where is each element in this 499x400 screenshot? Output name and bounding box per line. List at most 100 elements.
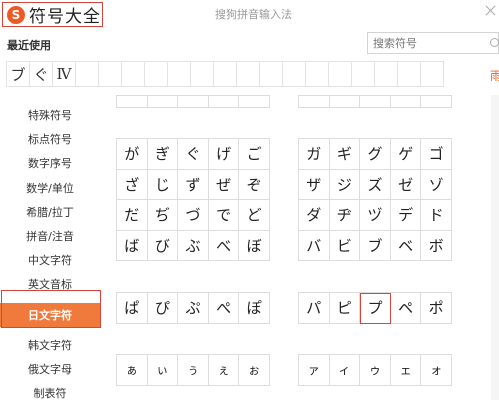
recent-symbol[interactable] (236, 61, 260, 87)
recent-symbol[interactable] (420, 61, 444, 87)
sidebar-item[interactable]: 中文字符 (0, 248, 100, 272)
kana-symbol[interactable]: ゥ (360, 355, 391, 386)
kana-symbol[interactable]: べ (208, 230, 240, 262)
search-box[interactable] (367, 32, 499, 54)
kana-symbol[interactable]: ザ (299, 169, 330, 201)
kana-symbol[interactable]: ゴ (421, 139, 452, 170)
recent-symbol[interactable]: ブ (6, 61, 30, 87)
recent-symbol[interactable] (328, 61, 352, 87)
kana-symbol[interactable]: ォ (421, 355, 452, 386)
scrollbar[interactable] (491, 95, 499, 400)
kana-symbol[interactable]: ダ (299, 200, 330, 231)
kana-symbol[interactable]: ガ (299, 139, 330, 170)
kana-symbol[interactable]: ブ (360, 230, 391, 262)
recent-symbol[interactable] (144, 61, 168, 87)
kana-symbol[interactable]: ギ (329, 139, 361, 170)
recent-symbol[interactable]: ぐ (29, 61, 53, 87)
kana-symbol[interactable]: ざ (117, 169, 148, 201)
kana-symbol[interactable]: デ (390, 200, 422, 231)
kana-symbol[interactable]: ぼ (239, 230, 270, 262)
recent-symbol[interactable] (259, 61, 283, 87)
window-caption: 搜狗拼音输入法 (215, 8, 292, 21)
kana-symbol[interactable]: パ (299, 293, 330, 324)
kana-symbol[interactable]: ド (421, 200, 452, 231)
kana-symbol[interactable]: ぶ (178, 230, 209, 262)
kana-symbol[interactable]: ヅ (360, 200, 391, 231)
recent-symbol[interactable] (190, 61, 214, 87)
kana-symbol[interactable]: で (208, 200, 240, 231)
kana-symbol[interactable]: ァ (299, 355, 330, 386)
kana-symbol[interactable]: ご (239, 139, 270, 170)
search-icon[interactable] (490, 38, 499, 47)
recent-symbol[interactable] (351, 61, 375, 87)
kana-symbol[interactable]: ぢ (147, 200, 179, 231)
recent-label: 最近使用 (7, 39, 51, 52)
symbol-grid-area: がぎぐげござじずぜぞだぢづでどばびぶべぼ ガギグゲゴザジズゼゾダヂヅデドバビブベ… (110, 95, 499, 400)
sidebar-item[interactable]: 标点符号 (0, 127, 100, 151)
recent-more[interactable]: 雨 (490, 67, 499, 84)
kana-symbol[interactable]: ぇ (208, 355, 240, 386)
recent-symbol[interactable] (282, 61, 306, 87)
recent-symbol[interactable] (98, 61, 122, 87)
recent-symbol[interactable] (374, 61, 398, 87)
kana-symbol[interactable]: ぱ (117, 293, 148, 324)
kana-symbol[interactable]: バ (299, 230, 330, 262)
kana-symbol[interactable]: が (117, 139, 148, 170)
kana-symbol[interactable]: ず (178, 169, 209, 201)
kana-symbol[interactable]: ポ (421, 293, 452, 324)
sidebar-item[interactable]: 拼音/注音 (0, 224, 100, 248)
kana-symbol[interactable]: ピ (329, 293, 361, 324)
search-input[interactable] (373, 36, 473, 50)
kana-symbol[interactable]: げ (208, 139, 240, 170)
kana-symbol[interactable]: ぞ (239, 169, 270, 201)
kana-symbol[interactable]: び (147, 230, 179, 262)
sidebar-item[interactable]: 希腊/拉丁 (0, 200, 100, 224)
recent-symbol[interactable] (305, 61, 329, 87)
kana-symbol[interactable]: ぎ (147, 139, 179, 170)
kana-symbol[interactable]: ィ (329, 355, 361, 386)
sidebar-item[interactable]: 日文字符 (0, 302, 100, 327)
recent-symbol[interactable] (121, 61, 145, 87)
close-icon[interactable] (484, 4, 498, 18)
sidebar-item[interactable]: 俄文字母 (0, 357, 100, 381)
recent-symbol[interactable] (213, 61, 237, 87)
sidebar-item[interactable]: 制表符 (0, 381, 100, 400)
kana-symbol[interactable]: ぽ (239, 293, 270, 324)
kana-symbol[interactable]: グ (360, 139, 391, 170)
kana-symbol[interactable]: ば (117, 230, 148, 262)
kana-symbol[interactable]: ぐ (178, 139, 209, 170)
kana-symbol[interactable]: ぺ (208, 293, 240, 324)
kana-symbol[interactable]: ヂ (329, 200, 361, 231)
kana-symbol[interactable]: ぴ (147, 293, 179, 324)
kana-symbol[interactable]: ぅ (178, 355, 209, 386)
kana-symbol[interactable]: ぁ (117, 355, 148, 386)
recent-symbol[interactable]: Ⅳ (52, 61, 76, 87)
sidebar-item[interactable]: 数字序号 (0, 151, 100, 175)
sidebar-item[interactable]: 特殊符号 (0, 103, 100, 127)
kana-symbol[interactable]: ズ (360, 169, 391, 201)
kana-symbol[interactable]: だ (117, 200, 148, 231)
sidebar-item[interactable]: 英文音标 (0, 272, 100, 296)
sidebar-item[interactable]: 数学/单位 (0, 176, 100, 200)
kana-symbol[interactable]: ぃ (147, 355, 179, 386)
kana-symbol[interactable]: ビ (329, 230, 361, 262)
kana-symbol[interactable]: じ (147, 169, 179, 201)
kana-symbol[interactable]: ど (239, 200, 270, 231)
recent-symbol[interactable] (397, 61, 421, 87)
kana-symbol[interactable]: ベ (390, 230, 422, 262)
kana-symbol[interactable]: ぷ (178, 293, 209, 324)
kana-symbol[interactable]: ボ (421, 230, 452, 262)
kana-symbol[interactable]: ぜ (208, 169, 240, 201)
sidebar-item[interactable]: 韩文字符 (0, 333, 100, 357)
recent-symbol[interactable] (75, 61, 99, 87)
kana-symbol[interactable]: づ (178, 200, 209, 231)
kana-symbol[interactable]: プ (360, 293, 391, 324)
kana-symbol[interactable]: ェ (390, 355, 422, 386)
recent-symbol[interactable] (167, 61, 191, 87)
kana-symbol[interactable]: ゲ (390, 139, 422, 170)
kana-symbol[interactable]: ペ (390, 293, 422, 324)
kana-symbol[interactable]: ゼ (390, 169, 422, 201)
kana-symbol[interactable]: ぉ (239, 355, 270, 386)
kana-symbol[interactable]: ゾ (421, 169, 452, 201)
kana-symbol[interactable]: ジ (329, 169, 361, 201)
